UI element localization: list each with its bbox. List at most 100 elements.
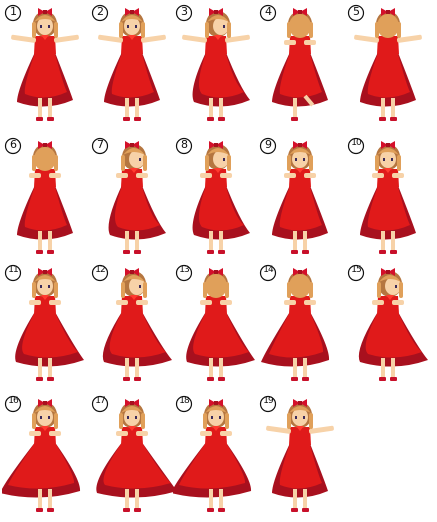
left-shoe [207,250,214,254]
left-leg [125,98,129,118]
frame-number: 10 [351,138,361,148]
left-arm [284,300,296,305]
hair-lock-left [121,155,125,171]
hair [289,274,311,298]
left-arm [29,300,41,305]
skirt [22,310,78,358]
right-shoe [390,117,397,121]
left-shoe [123,377,130,381]
left-eye [295,416,297,419]
left-leg [125,358,129,378]
left-eye [211,416,213,419]
left-shoe [36,117,43,121]
left-leg [209,98,213,118]
eye [139,285,141,288]
hair-lock-right [143,155,147,171]
left-shoe [36,250,43,254]
animation-frame: 3 [173,2,259,127]
right-shoe [134,117,141,121]
hair-lock-right [225,282,229,298]
hair-bow-knot [214,270,218,274]
frame-number: 2 [97,5,104,18]
frame-number: 14 [263,265,273,275]
frame-number-badge: 2 [91,4,109,22]
hair-bow-knot [298,270,302,274]
right-leg [391,98,395,118]
right-leg [303,358,307,378]
hair-bow-knot [43,270,47,274]
hair-lock-left [205,22,209,38]
bodice [205,36,227,54]
hair-bow-knot [386,270,390,274]
right-arm [304,300,316,305]
frame-number-badge: 3 [175,4,193,22]
frame-number: 11 [8,265,18,275]
animation-frame: 11 [2,262,88,387]
animation-frame: 5 [345,2,431,127]
hair-lock-right [54,155,58,171]
hair-lock-left [121,282,125,298]
left-arm [284,173,296,178]
right-leg [391,358,395,378]
hair-lock-right [309,155,313,171]
animation-frame: 19 [257,393,343,518]
right-shoe [134,508,141,512]
left-arm [29,173,41,178]
right-leg [219,231,223,251]
left-shoe [36,508,43,512]
right-shoe [47,117,54,121]
left-leg [293,98,297,118]
hair-bow-knot [130,10,134,14]
left-arm [200,173,212,178]
animation-frame: 13 [173,262,259,387]
frame-number: 7 [97,138,104,151]
left-shoe [291,117,298,121]
right-eye [48,285,50,288]
hair-bow-knot [214,143,218,147]
left-arm [116,300,128,305]
frame-number: 4 [265,5,272,18]
left-arm [200,431,212,436]
right-shoe [390,250,397,254]
left-arm [372,173,384,178]
hair-lock-right [399,282,403,298]
hair-lock-right [309,22,313,38]
left-eye [40,416,42,419]
frame-number-badge: 12 [91,264,109,282]
right-arm [304,40,316,45]
skirt [198,183,244,231]
right-arm [49,300,61,305]
hair-lock-left [32,155,36,171]
frame-number-badge: 19 [259,395,277,413]
left-shoe [291,250,298,254]
left-shoe [123,117,130,121]
right-leg [48,489,52,509]
hair-bow-knot [43,10,47,14]
hair-lock-left [32,413,36,429]
hair-lock-right [54,282,58,298]
left-shoe [123,508,130,512]
left-leg [381,358,385,378]
skirt [103,441,171,489]
skirt [109,310,166,358]
frame-number: 12 [95,265,105,275]
eye [139,158,141,161]
skirt [179,441,246,489]
left-eye [40,285,42,288]
left-eye [127,416,129,419]
frame-number-badge: 1 [4,4,22,22]
right-arm [49,173,61,178]
right-shoe [302,377,309,381]
hair-lock-left [375,155,379,171]
hair [205,274,227,298]
left-leg [381,231,385,251]
right-arm [136,300,148,305]
right-arm [220,173,232,178]
left-arm [116,431,128,436]
hair-bow-knot [386,143,390,147]
hair-lock-right [141,413,145,429]
animation-frame: 6 [2,135,88,260]
right-leg [135,489,139,509]
right-shoe [47,508,54,512]
right-leg [135,98,139,118]
